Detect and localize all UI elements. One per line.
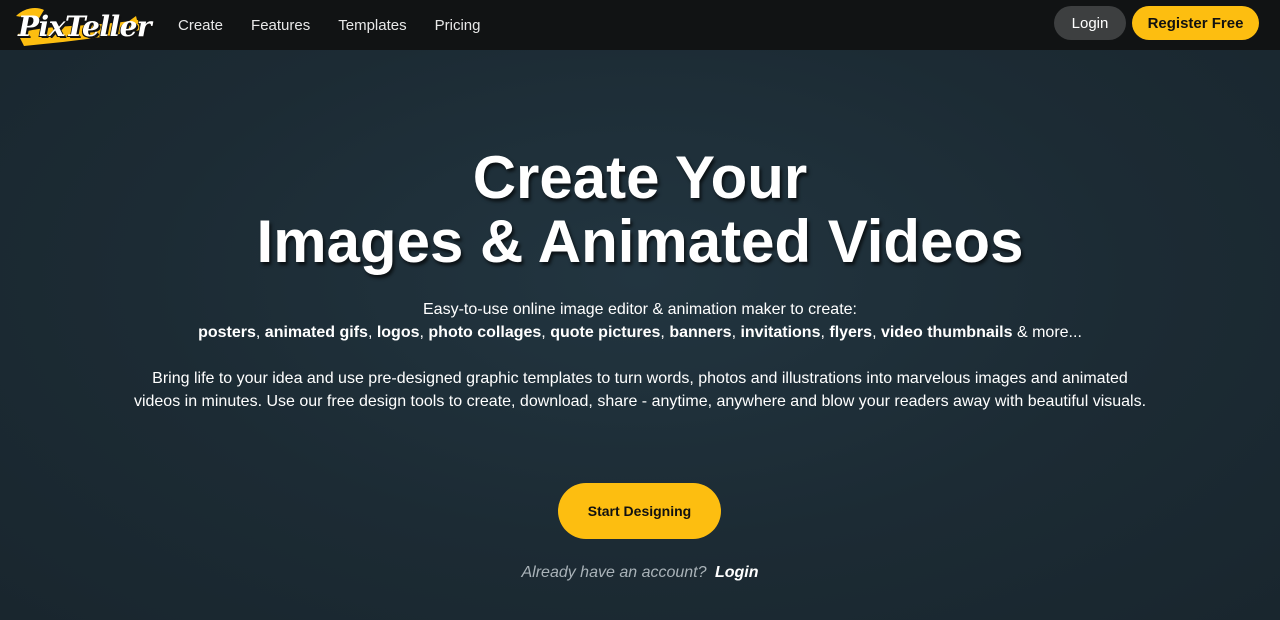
nav-templates[interactable]: Templates (338, 17, 406, 34)
start-designing-button[interactable]: Start Designing (558, 483, 721, 539)
main-nav: Create Features Templates Pricing (178, 0, 508, 50)
feature-item: video thumbnails (880, 324, 1013, 341)
feature-item: logos (376, 324, 420, 341)
hero-subtitle: Easy-to-use online image editor & animat… (423, 301, 857, 318)
hero-headline: Create Your Images & Animated Videos (0, 146, 1280, 274)
top-navigation-bar: PixTeller Create Features Templates Pric… (0, 0, 1280, 50)
nav-create[interactable]: Create (178, 17, 223, 34)
hero-login-link[interactable]: Login (715, 564, 759, 581)
hero-section: Create Your Images & Animated Videos Eas… (0, 50, 1280, 620)
already-have-account: Already have an account? Login (0, 564, 1280, 582)
register-free-button[interactable]: Register Free (1132, 6, 1259, 40)
already-text: Already have an account? (521, 564, 707, 581)
pixteller-logo[interactable]: PixTeller (14, 4, 152, 48)
feature-separator: , (255, 324, 265, 341)
feature-item: banners (669, 324, 732, 341)
feature-item: quote pictures (550, 324, 661, 341)
feature-separator: , (541, 324, 551, 341)
nav-pricing[interactable]: Pricing (435, 17, 481, 34)
feature-item: photo collages (428, 324, 542, 341)
feature-item: animated gifs (264, 324, 368, 341)
feature-separator: , (367, 324, 377, 341)
feature-item: posters (198, 324, 256, 341)
hero-description: Bring life to your idea and use pre-desi… (133, 370, 1147, 410)
headline-line-1: Create Your (472, 144, 808, 211)
feature-item: invitations (740, 324, 821, 341)
logo-text: PixTeller (18, 10, 152, 43)
feature-separator: , (872, 324, 881, 341)
feature-list: posters, animated gifs, logos, photo col… (0, 322, 1280, 344)
feature-item: flyers (829, 324, 873, 341)
login-button[interactable]: Login (1054, 6, 1126, 40)
nav-features[interactable]: Features (251, 17, 310, 34)
feature-more: & more... (1012, 324, 1082, 341)
feature-separator: , (660, 324, 670, 341)
headline-line-2: Images & Animated Videos (256, 208, 1024, 275)
